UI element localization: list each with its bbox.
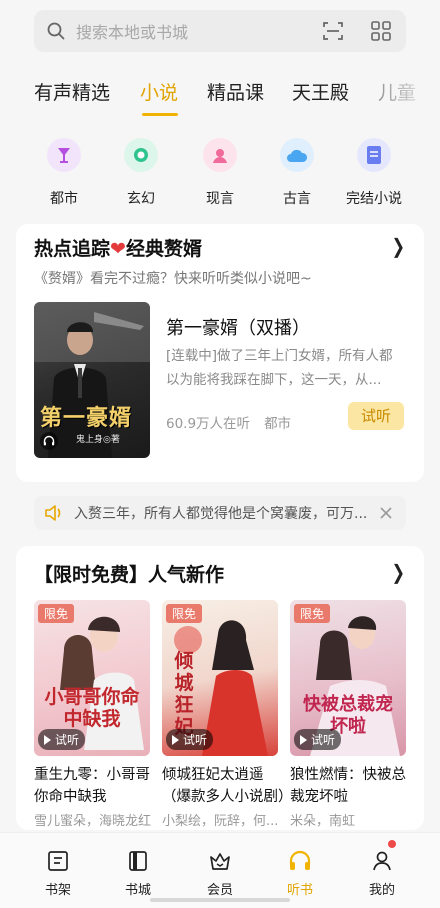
nav-audiobook[interactable]: 听书 (270, 849, 330, 898)
close-icon[interactable] (378, 505, 394, 521)
tab-audio-picks[interactable]: 有声精选 (34, 78, 110, 105)
categories-grid-icon[interactable] (370, 20, 392, 42)
tabs-fade (380, 70, 440, 120)
genre-tag: 都市 (264, 416, 292, 432)
book-meta: 60.9万人在听 都市 (166, 412, 291, 432)
category-urban[interactable]: 都市 (24, 138, 104, 208)
hot-more-chevron-icon[interactable]: ❯ (392, 234, 405, 258)
free-book-title-2[interactable]: 倾城狂妃太逍遥（爆款多人小说剧） (162, 764, 293, 808)
book-description: [连载中]做了三年上门女婿，所有人都以为能将我踩在脚下，这一天，从... (166, 348, 393, 388)
free-badge: 限免 (166, 604, 203, 623)
free-book-cover-3[interactable]: 限免 快被总裁宠坏啦 试听 (290, 600, 406, 756)
play-icon (172, 734, 179, 745)
free-book-title-3[interactable]: 狼性燃情：快被总裁宠坏啦 (290, 764, 414, 808)
speaker-icon (45, 505, 61, 521)
scan-icon[interactable] (322, 20, 344, 42)
tab-novel[interactable]: 小说 (140, 78, 178, 105)
profile-icon (373, 851, 391, 871)
free-section-title[interactable]: 【限时免费】人气新作 (34, 560, 224, 587)
fantasy-icon (124, 138, 158, 172)
free-badge: 限免 (294, 604, 331, 623)
free-book-cover-1[interactable]: 限免 小哥哥你命中缺我 试听 (34, 600, 150, 756)
notice-text: 入赘三年，所有人都觉得他是个窝囊废，可万... (74, 506, 368, 522)
nav-bookshelf[interactable]: 书架 (28, 849, 88, 898)
app-root: 搜索本地或书城 有声精选 小说 精品课 天王殿 儿童 都市 玄幻 现言 古言 (0, 0, 440, 908)
category-fantasy[interactable]: 玄幻 (101, 138, 181, 208)
tab-premium-course[interactable]: 精品课 (207, 78, 264, 105)
free-book-cover-2[interactable]: 限免 倾城狂妃 试听 (162, 600, 278, 756)
notice-bar[interactable]: 入赘三年，所有人都觉得他是个窝囊废，可万... (34, 496, 406, 530)
cover-title-text: 第一豪婿 (40, 406, 133, 431)
listen-pill[interactable]: 试听 (166, 729, 214, 750)
cover-title-text-1: 小哥哥你命中缺我 (44, 686, 140, 730)
bookshelf-icon (48, 851, 68, 871)
free-book-title-1[interactable]: 重生九零：小哥哥你命中缺我 (34, 764, 158, 808)
category-ancient-romance[interactable]: 古言 (257, 138, 337, 208)
cloud-icon (280, 138, 314, 172)
free-badge: 限免 (38, 604, 75, 623)
book-title[interactable]: 第一豪婿（双播） (166, 314, 310, 340)
category-completed[interactable]: 完结小说 (334, 138, 414, 208)
category-modern-romance[interactable]: 现言 (180, 138, 260, 208)
free-book-authors-2: 小梨绘，阮辞，何... (162, 814, 279, 829)
search-bar[interactable]: 搜索本地或书城 (34, 10, 406, 52)
nav-bookstore[interactable]: 书城 (108, 849, 168, 898)
modern-romance-icon (203, 138, 237, 172)
nav-profile[interactable]: 我的 (352, 849, 412, 898)
top-tabs: 有声精选 小说 精品课 天王殿 儿童 (0, 70, 440, 120)
nav-membership[interactable]: 会员 (190, 849, 250, 898)
hot-subtitle: 《赘婿》看完不过瘾？快来听听类似小说吧~ (34, 271, 312, 287)
active-tab-indicator (142, 113, 178, 116)
home-indicator (150, 898, 290, 902)
headphone-badge-icon (40, 432, 58, 450)
heart-icon: ❤ (110, 238, 126, 260)
book-cover-first-rich-son-in-law[interactable]: 第一豪婿 鬼上身◎著 (34, 302, 150, 458)
play-icon (300, 734, 307, 745)
free-book-authors-1: 雪儿蜜朵，海晓龙红 (34, 814, 152, 829)
listener-count: 60.9万人在听 (166, 416, 251, 432)
crown-icon (210, 853, 230, 870)
urban-icon (47, 138, 81, 172)
headphones-icon (289, 850, 311, 870)
free-more-chevron-icon[interactable]: ❯ (392, 560, 405, 584)
cover-author-text: 鬼上身◎著 (76, 435, 120, 445)
bookstore-icon (129, 851, 147, 871)
cover-title-text-2: 倾城狂妃 (174, 650, 194, 738)
hot-section-title[interactable]: 热点追踪❤经典赘婿 (34, 234, 202, 261)
search-placeholder: 搜索本地或书城 (76, 23, 189, 42)
category-row: 都市 玄幻 现言 古言 完结小说 (0, 138, 440, 216)
listen-pill[interactable]: 试听 (38, 729, 86, 750)
notification-dot (388, 840, 396, 848)
book-icon (357, 138, 391, 172)
search-icon (47, 22, 65, 40)
play-icon (44, 734, 51, 745)
listen-pill[interactable]: 试听 (294, 729, 342, 750)
try-listen-button[interactable]: 试听 (348, 402, 404, 430)
free-book-authors-3: 米朵，南虹 (290, 814, 356, 829)
bottom-nav: 书架 书城 会员 听书 我的 (0, 832, 440, 908)
tab-tianwang[interactable]: 天王殿 (292, 78, 349, 105)
